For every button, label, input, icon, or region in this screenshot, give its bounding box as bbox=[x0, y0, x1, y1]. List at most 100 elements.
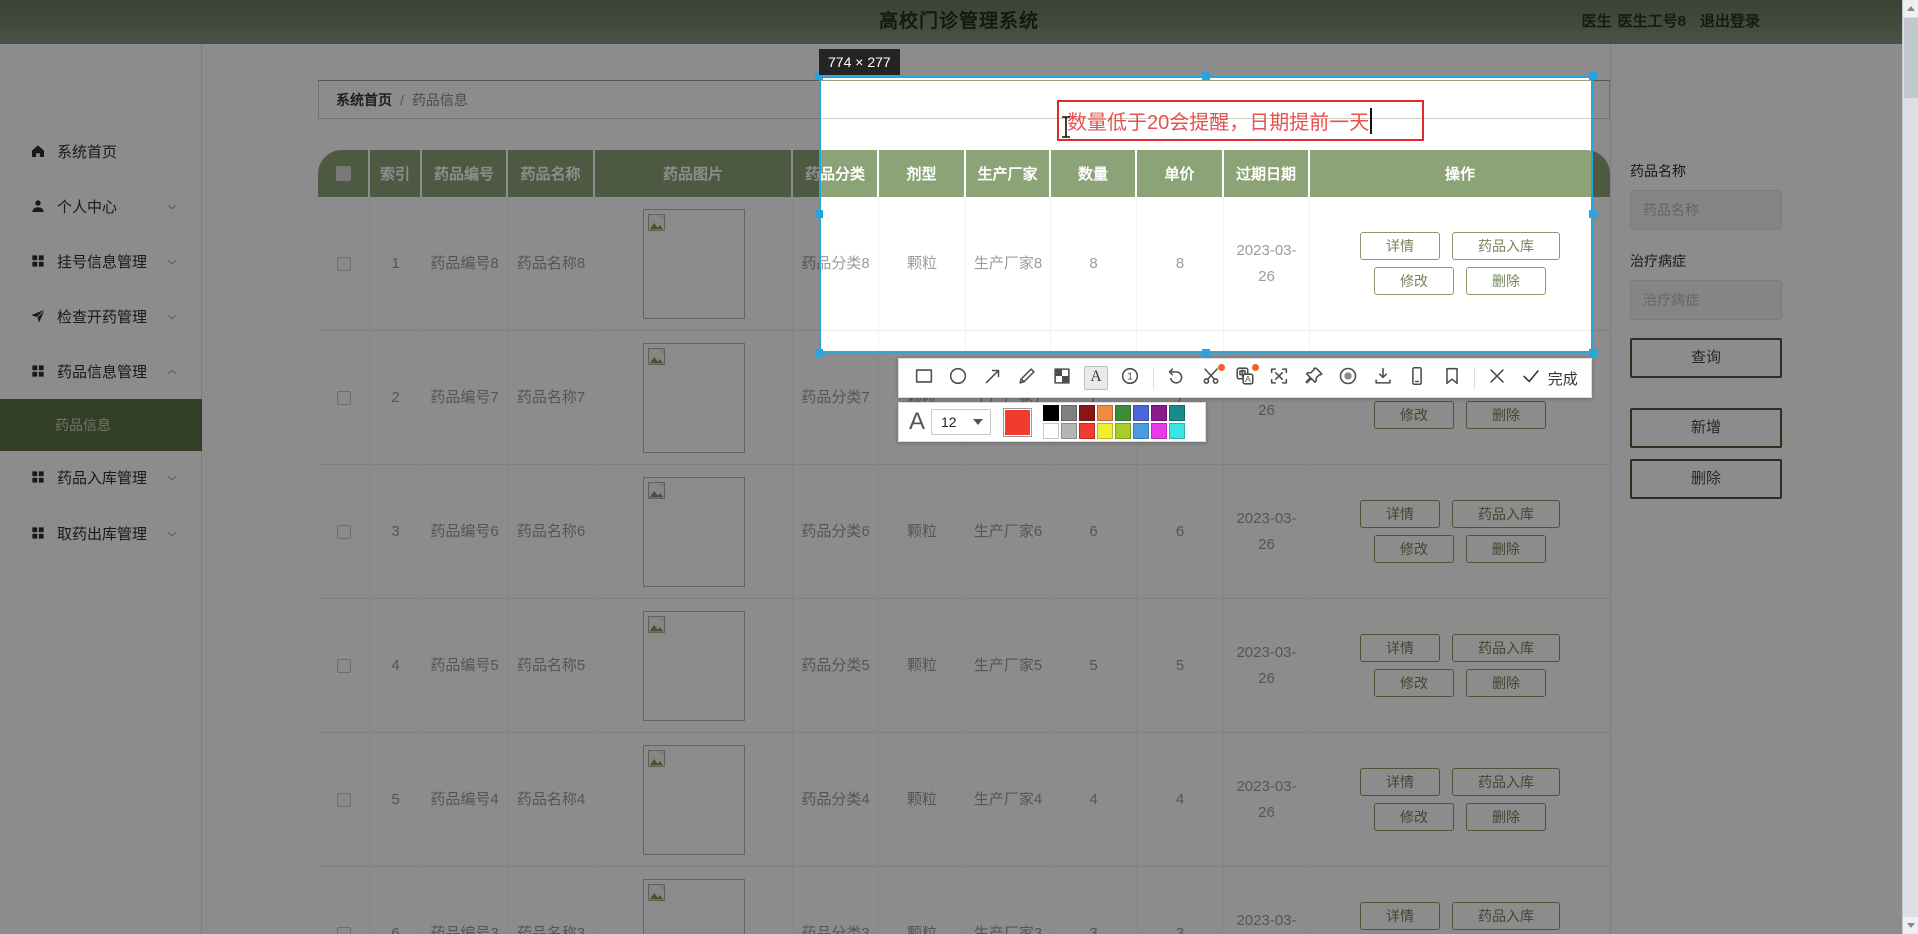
medicine-name-input[interactable] bbox=[1630, 190, 1782, 230]
selection-handle-w[interactable] bbox=[815, 210, 823, 218]
stock-in-button[interactable]: 药品入库 bbox=[1452, 768, 1560, 796]
select-all-checkbox[interactable] bbox=[335, 166, 351, 181]
palette-color-0-3[interactable] bbox=[1097, 405, 1114, 421]
download-tool[interactable] bbox=[1371, 366, 1395, 390]
close-tool[interactable] bbox=[1485, 366, 1509, 390]
search-button[interactable]: 查询 bbox=[1630, 338, 1782, 378]
sidebar-item-1[interactable]: 个人中心 bbox=[0, 184, 202, 228]
sidebar-item-0[interactable]: 系统首页 bbox=[0, 129, 202, 173]
phone-tool[interactable] bbox=[1405, 366, 1429, 390]
stock-in-button[interactable]: 药品入库 bbox=[1452, 902, 1560, 930]
palette-color-0-0[interactable] bbox=[1043, 405, 1060, 421]
stock-in-button[interactable]: 药品入库 bbox=[1452, 500, 1560, 528]
palette-color-0-4[interactable] bbox=[1115, 405, 1132, 421]
palette-color-1-7[interactable] bbox=[1169, 423, 1186, 439]
cell-dosage: 颗粒 bbox=[879, 867, 966, 934]
pin-tool[interactable] bbox=[1302, 366, 1326, 390]
sidebar-item-2[interactable]: 挂号信息管理 bbox=[0, 239, 202, 283]
palette-color-1-0[interactable] bbox=[1043, 423, 1060, 439]
breadcrumb-separator: / bbox=[400, 91, 404, 108]
selection-handle-sw[interactable] bbox=[815, 349, 823, 357]
scroll-down-button[interactable] bbox=[1903, 917, 1918, 934]
row-delete-button[interactable]: 删除 bbox=[1466, 535, 1546, 563]
palette-color-1-4[interactable] bbox=[1115, 423, 1132, 439]
mosaic-tool[interactable] bbox=[1050, 366, 1074, 390]
selection-handle-ne[interactable] bbox=[1589, 72, 1597, 80]
cell-code: 药品编号4 bbox=[422, 733, 508, 866]
rectangle-tool-icon bbox=[913, 365, 935, 392]
detail-button[interactable]: 详情 bbox=[1360, 902, 1440, 930]
medicine-image-placeholder bbox=[642, 208, 745, 319]
cell-dosage: 颗粒 bbox=[879, 599, 966, 732]
row-delete-button[interactable]: 删除 bbox=[1466, 669, 1546, 697]
palette-color-1-3[interactable] bbox=[1097, 423, 1114, 439]
translate-tool[interactable]: A bbox=[1233, 364, 1260, 390]
record-tool[interactable] bbox=[1336, 366, 1360, 390]
scan-ocr-tool[interactable] bbox=[1267, 366, 1291, 390]
edit-button[interactable]: 修改 bbox=[1374, 401, 1454, 429]
annotation-text-box[interactable]: 数量低于20会提醒，日期提前一天 bbox=[1057, 100, 1424, 141]
sidebar-item-4[interactable]: 药品信息管理 bbox=[0, 349, 202, 393]
symptom-input[interactable] bbox=[1630, 280, 1782, 320]
palette-color-1-5[interactable] bbox=[1133, 423, 1150, 439]
delete-button[interactable]: 删除 bbox=[1630, 459, 1782, 499]
rectangle-tool[interactable] bbox=[912, 366, 936, 390]
palette-color-1-1[interactable] bbox=[1061, 423, 1078, 439]
detail-button[interactable]: 详情 bbox=[1360, 500, 1440, 528]
selection-handle-se[interactable] bbox=[1589, 349, 1597, 357]
row-delete-button[interactable]: 删除 bbox=[1466, 401, 1546, 429]
palette-color-0-6[interactable] bbox=[1151, 405, 1168, 421]
edit-button[interactable]: 修改 bbox=[1374, 535, 1454, 563]
row-checkbox[interactable] bbox=[336, 524, 351, 539]
cell-index: 5 bbox=[370, 733, 422, 866]
row-checkbox[interactable] bbox=[336, 256, 351, 271]
sidebar-subitem-active[interactable]: 药品信息 bbox=[0, 399, 202, 451]
row-checkbox[interactable] bbox=[336, 792, 351, 807]
row-checkbox[interactable] bbox=[336, 390, 351, 405]
palette-color-0-1[interactable] bbox=[1061, 405, 1078, 421]
finish-tool[interactable]: 完成 bbox=[1520, 365, 1578, 392]
edit-button[interactable]: 修改 bbox=[1374, 803, 1454, 831]
scrollbar-thumb[interactable] bbox=[1904, 18, 1918, 98]
ellipse-tool[interactable] bbox=[946, 366, 970, 390]
bookmark-tool[interactable] bbox=[1440, 366, 1464, 390]
scroll-up-button[interactable] bbox=[1903, 0, 1918, 17]
cell-code: 药品编号6 bbox=[422, 465, 508, 598]
detail-button[interactable]: 详情 bbox=[1360, 768, 1440, 796]
clip-tool[interactable] bbox=[1199, 364, 1225, 390]
sidebar-item-3[interactable]: 检查开药管理 bbox=[0, 294, 202, 338]
breadcrumb-home[interactable]: 系统首页 bbox=[336, 90, 392, 110]
row-delete-button[interactable]: 删除 bbox=[1466, 803, 1546, 831]
row-checkbox[interactable] bbox=[336, 926, 351, 934]
palette-color-0-5[interactable] bbox=[1133, 405, 1150, 421]
undo-tool[interactable] bbox=[1164, 366, 1188, 390]
text-tool[interactable]: A bbox=[1084, 366, 1109, 390]
pencil-tool[interactable] bbox=[1015, 366, 1039, 390]
selection-handle-n[interactable] bbox=[1202, 72, 1210, 80]
sidebar-item-5[interactable]: 药品入库管理 bbox=[0, 455, 202, 499]
row-checkbox[interactable] bbox=[336, 658, 351, 673]
scrollbar[interactable] bbox=[1902, 0, 1918, 934]
sidebar-item-6[interactable]: 取药出库管理 bbox=[0, 511, 202, 555]
chevron-up-icon bbox=[166, 365, 178, 377]
header-select-all[interactable] bbox=[318, 150, 370, 197]
font-style-icon: A bbox=[909, 408, 926, 435]
cell-image bbox=[595, 733, 793, 866]
detail-button[interactable]: 详情 bbox=[1360, 634, 1440, 662]
palette-color-0-2[interactable] bbox=[1079, 405, 1096, 421]
font-size-select[interactable]: 12 bbox=[931, 409, 992, 435]
stock-in-button[interactable]: 药品入库 bbox=[1452, 634, 1560, 662]
check-icon bbox=[1520, 365, 1542, 392]
serial-number-tool-icon: 1 bbox=[1119, 365, 1141, 392]
edit-button[interactable]: 修改 bbox=[1374, 669, 1454, 697]
logout-link[interactable]: 退出登录 bbox=[1700, 13, 1760, 30]
medicine-image-placeholder bbox=[642, 878, 745, 934]
selection-handle-s[interactable] bbox=[1202, 349, 1210, 357]
selection-handle-e[interactable] bbox=[1589, 210, 1597, 218]
palette-color-1-2[interactable] bbox=[1079, 423, 1096, 439]
serial-number-tool[interactable]: 1 bbox=[1118, 366, 1142, 390]
add-button[interactable]: 新增 bbox=[1630, 408, 1782, 448]
palette-color-1-6[interactable] bbox=[1151, 423, 1168, 439]
palette-color-0-7[interactable] bbox=[1169, 405, 1186, 421]
arrow-tool[interactable] bbox=[981, 366, 1005, 390]
